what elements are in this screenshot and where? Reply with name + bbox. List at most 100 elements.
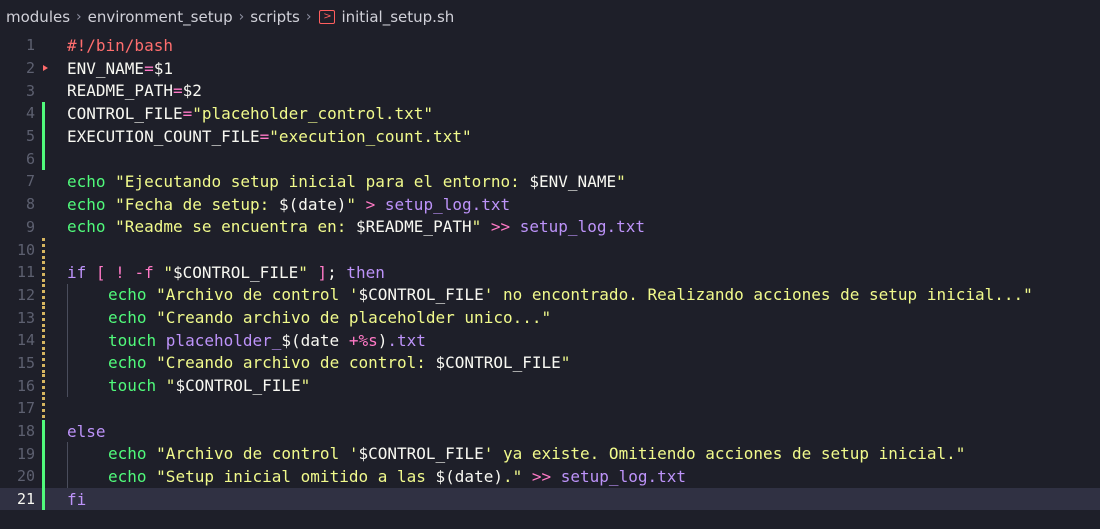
code-content[interactable]: echo "Creando archivo de placeholder uni… <box>67 306 1100 329</box>
code-line[interactable]: 14 touch placeholder_ $(date +%s) .txt <box>0 328 1100 352</box>
breadcrumb-item-initial-setup-sh[interactable]: initial_setup.sh <box>341 8 454 26</box>
code-content[interactable] <box>67 397 1100 420</box>
code-token: fi <box>67 489 87 509</box>
code-line[interactable]: 8 echo "Fecha de setup: $(date) " > setup_… <box>0 193 1100 216</box>
code-content[interactable]: echo "Fecha de setup: $(date) " > setup_l… <box>67 193 1100 216</box>
code-token: "Creando archivo de placeholder unico...… <box>156 308 552 328</box>
code-content[interactable]: touch " $CONTROL_FILE " <box>67 374 1100 397</box>
line-number: 1 <box>25 36 35 55</box>
code-line[interactable]: 16 touch " $CONTROL_FILE " <box>0 374 1100 397</box>
code-token: " <box>616 171 626 191</box>
git-change-marker[interactable] <box>42 260 45 284</box>
code-token: README_PATH <box>67 81 173 101</box>
code-token: ' no encontrado. Realizando acciones de … <box>483 285 1033 305</box>
git-change-marker[interactable] <box>42 397 45 420</box>
code-content[interactable]: README_PATH = $2 <box>67 79 1100 102</box>
code-token: " <box>471 217 491 237</box>
code-line[interactable]: 10 <box>0 238 1100 261</box>
breadcrumb-item-modules[interactable]: modules <box>6 8 70 26</box>
git-change-marker[interactable] <box>42 147 45 171</box>
code-line[interactable]: 1 #!/bin/bash <box>0 34 1100 57</box>
code-line[interactable]: 13 echo "Creando archivo de placeholder u… <box>0 306 1100 329</box>
code-content[interactable]: echo "Archivo de control ' $CONTROL_FILE '… <box>67 442 1100 466</box>
git-change-marker[interactable] <box>42 442 45 466</box>
indent-guide <box>67 351 108 375</box>
code-content[interactable] <box>67 147 1100 170</box>
git-change-marker[interactable] <box>42 487 45 511</box>
git-change-marker[interactable] <box>42 238 45 261</box>
git-change-marker[interactable] <box>42 79 45 102</box>
code-token: setup_log.txt <box>519 217 645 237</box>
code-line[interactable]: 17 <box>0 397 1100 420</box>
code-token: $CONTROL_FILE <box>435 353 561 373</box>
code-line[interactable]: 4 CONTROL_FILE = "placeholder_control.txt" <box>0 102 1100 125</box>
code-line[interactable]: 20 echo "Setup inicial omitido a las $(da… <box>0 465 1100 488</box>
code-token: "Fecha de setup: <box>115 194 279 214</box>
line-number: 3 <box>25 81 35 100</box>
code-token: echo <box>108 444 157 464</box>
code-line[interactable]: 7 echo "Ejecutando setup inicial para el … <box>0 170 1100 193</box>
code-content[interactable]: echo "Creando archivo de control: $CONTR… <box>67 351 1100 375</box>
breadcrumb-item-scripts[interactable]: scripts <box>250 8 300 26</box>
code-content[interactable]: ENV_NAME = $1 <box>67 57 1100 80</box>
git-change-marker[interactable] <box>42 102 45 125</box>
code-line[interactable]: 5 EXECUTION_COUNT_FILE = "execution_count.t… <box>0 124 1100 148</box>
code-line[interactable]: 15 echo "Creando archivo de control: $CON… <box>0 351 1100 375</box>
code-line[interactable]: 11 if [ ! -f " $CONTROL_FILE " ]; then <box>0 260 1100 284</box>
code-content[interactable]: touch placeholder_ $(date +%s) .txt <box>67 328 1100 352</box>
code-content[interactable]: echo "Ejecutando setup inicial para el e… <box>67 170 1100 193</box>
code-editor[interactable]: 1 #!/bin/bash 2 ENV_NAME = $1 3 README_PATH = $2 4… <box>0 34 1100 511</box>
code-token: "Setup inicial omitido a las <box>156 466 436 486</box>
git-change-marker[interactable] <box>42 419 45 443</box>
code-token: = <box>259 126 270 146</box>
code-token: " <box>298 262 318 282</box>
git-change-marker[interactable] <box>42 351 45 375</box>
code-token: " <box>163 262 173 282</box>
line-number: 14 <box>16 331 35 350</box>
code-content[interactable]: if [ ! -f " $CONTROL_FILE " ]; then <box>67 261 1100 284</box>
line-number: 21 <box>16 490 35 509</box>
code-token: ' ya existe. Omitiendo acciones de setup… <box>483 444 966 464</box>
git-change-marker[interactable] <box>42 216 45 239</box>
git-change-marker[interactable] <box>42 328 45 352</box>
code-content[interactable]: echo "Setup inicial omitido a las $(date… <box>67 465 1100 488</box>
code-line[interactable]: 21 fi <box>0 487 1100 511</box>
code-content[interactable]: EXECUTION_COUNT_FILE = "execution_count.tx… <box>67 125 1100 148</box>
git-change-marker[interactable] <box>42 34 45 57</box>
git-change-marker[interactable] <box>42 465 45 488</box>
code-content[interactable]: echo "Readme se encuentra en: $README_PA… <box>67 216 1100 239</box>
git-change-marker[interactable] <box>42 170 45 193</box>
code-line[interactable]: 18 else <box>0 419 1100 443</box>
code-line[interactable]: 19 echo "Archivo de control ' $CONTROL_FIL… <box>0 442 1100 466</box>
code-content[interactable]: CONTROL_FILE = "placeholder_control.txt" <box>67 102 1100 125</box>
git-change-marker[interactable] <box>42 306 45 329</box>
terminal-file-icon: > <box>319 10 336 24</box>
git-change-marker[interactable] <box>42 193 45 216</box>
code-content[interactable] <box>67 238 1100 261</box>
line-number: 7 <box>25 172 35 191</box>
line-number: 18 <box>16 422 35 441</box>
code-token: "Archivo de control ' <box>156 285 359 305</box>
git-change-marker[interactable] <box>42 124 45 148</box>
line-number: 17 <box>16 399 35 418</box>
code-content[interactable]: fi <box>67 488 1100 511</box>
code-content[interactable]: echo "Archivo de control ' $CONTROL_FILE '… <box>67 283 1100 307</box>
code-content[interactable]: else <box>67 420 1100 443</box>
code-line[interactable]: 12 echo "Archivo de control ' $CONTROL_FIL… <box>0 283 1100 307</box>
code-token: EXECUTION_COUNT_FILE <box>67 126 260 146</box>
git-change-marker[interactable] <box>42 374 45 397</box>
code-line[interactable]: 6 <box>0 147 1100 171</box>
code-token: > <box>365 194 385 214</box>
code-token: " <box>346 194 366 214</box>
indent-guide <box>67 328 108 352</box>
code-line[interactable]: 2 ENV_NAME = $1 <box>0 57 1100 80</box>
fold-arrow-icon[interactable] <box>43 64 48 71</box>
code-line[interactable]: 9 echo "Readme se encuentra en: $README_P… <box>0 216 1100 239</box>
code-content[interactable]: #!/bin/bash <box>67 34 1100 57</box>
breadcrumb-item-environment-setup[interactable]: environment_setup <box>88 8 233 26</box>
git-change-marker[interactable] <box>42 283 45 307</box>
code-token: echo <box>108 308 157 328</box>
line-number: 9 <box>25 217 35 236</box>
code-token: $(date <box>281 330 349 350</box>
code-line[interactable]: 3 README_PATH = $2 <box>0 79 1100 102</box>
